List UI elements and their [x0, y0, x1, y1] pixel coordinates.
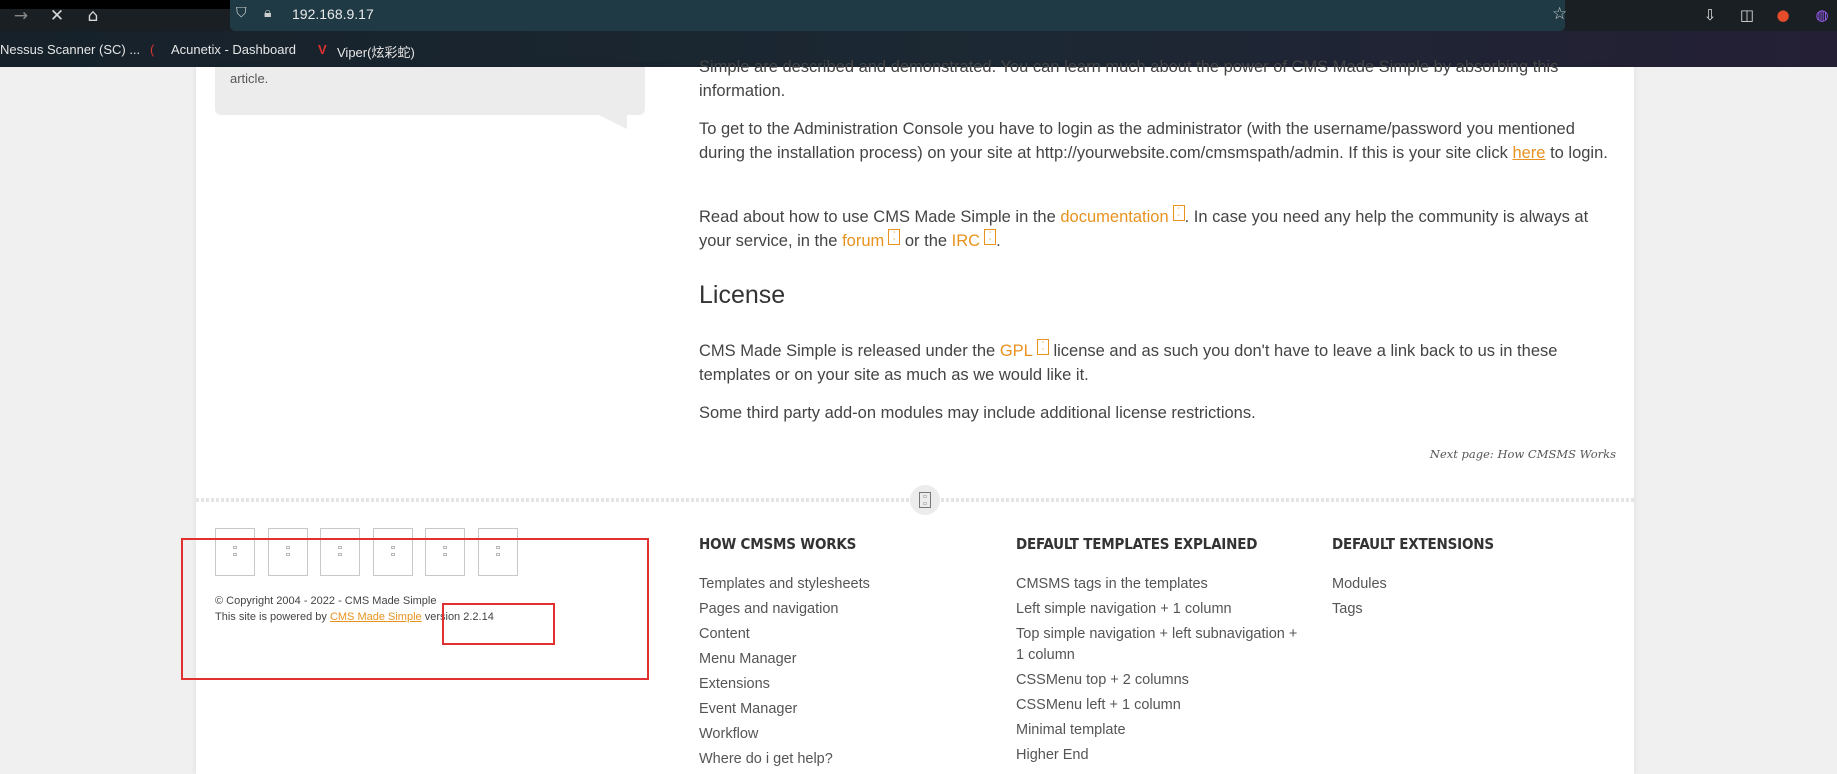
divider-badge: ▫ ▫: [910, 485, 940, 515]
extension-badge-icon[interactable]: ◍: [1812, 6, 1832, 24]
save-to-pocket-icon[interactable]: ⇩: [1700, 6, 1720, 24]
footer-link[interactable]: CSSMenu left + 1 column: [1016, 695, 1306, 716]
footer-link[interactable]: Modules: [1332, 574, 1494, 595]
license-text-a: CMS Made Simple is released under the: [699, 342, 996, 360]
paragraph-intro: Simple are described and demonstrated. Y…: [699, 58, 1559, 100]
home-icon[interactable]: ⌂: [82, 6, 104, 26]
external-link-icon: ▫ ▫: [984, 229, 997, 245]
bookmark-viper[interactable]: Viper(炫彩蛇): [337, 42, 415, 61]
docs-text-a: Read about how to use CMS Made Simple in…: [699, 208, 1056, 226]
acunetix-icon: (: [150, 42, 155, 57]
external-link-icon: ▫ ▫: [1036, 339, 1049, 355]
sidebar-callout: article.: [215, 67, 645, 115]
paragraph-license: CMS Made Simple is released under the GP…: [699, 339, 1614, 387]
footer-link[interactable]: Top simple navigation + left subnavigati…: [1016, 624, 1306, 666]
viper-icon: V: [318, 42, 327, 57]
documentation-link[interactable]: documentation: [1060, 208, 1168, 226]
irc-link[interactable]: IRC: [952, 232, 980, 250]
footer-link[interactable]: Left simple navigation + 1 column: [1016, 599, 1306, 620]
admin-tail: to login.: [1550, 144, 1608, 162]
footer-column-templates: DEFAULT TEMPLATES EXPLAINED CMSMS tags i…: [1016, 535, 1306, 770]
footer-link[interactable]: Event Manager: [699, 699, 870, 720]
sidebar-text: article.: [230, 71, 269, 86]
pocket-icon[interactable]: ◫: [1737, 6, 1757, 24]
bookmark-star-icon[interactable]: ☆: [1552, 4, 1567, 24]
forward-icon[interactable]: →: [10, 6, 32, 26]
footer-link[interactable]: CSSMenu top + 2 columns: [1016, 670, 1306, 691]
footer-heading: DEFAULT TEMPLATES EXPLAINED: [1016, 535, 1258, 553]
annotation-box-version: [442, 603, 555, 645]
footer-link[interactable]: Workflow: [699, 724, 870, 745]
paragraph-addons: Some third party add-on modules may incl…: [699, 404, 1256, 422]
footer-link[interactable]: Templates and stylesheets: [699, 574, 870, 595]
callout-tail: [599, 115, 627, 129]
footer-link[interactable]: Tags: [1332, 599, 1494, 620]
footer-link[interactable]: Higher End: [1016, 745, 1306, 766]
docs-text-d: .: [996, 232, 1001, 250]
bookmark-acunetix[interactable]: Acunetix - Dashboard: [171, 42, 296, 57]
footer-column-how: HOW CMSMS WORKS Templates and stylesheet…: [699, 535, 870, 774]
footer-heading: HOW CMSMS WORKS: [699, 535, 857, 553]
footer-column-extensions: DEFAULT EXTENSIONS Modules Tags: [1332, 535, 1494, 624]
browser-toolbar: → ✕ ⌂ ⛉ 🔒︎ 192.168.9.17 ☆ ⇩ ◫ ● ◍: [0, 0, 1837, 31]
footer-link[interactable]: Where do i get help?: [699, 749, 870, 770]
url-bar[interactable]: ⛉ 🔒︎ 192.168.9.17 ☆: [230, 0, 1567, 31]
footer-link[interactable]: Extensions: [699, 674, 870, 695]
stop-loading-icon[interactable]: ✕: [46, 6, 68, 26]
next-page-link[interactable]: Next page: How CMSMS Works: [1430, 447, 1616, 461]
docs-text-c: or the: [904, 232, 948, 250]
insecure-lock-icon[interactable]: 🔒︎: [264, 5, 271, 21]
extension-icon[interactable]: ●: [1773, 6, 1793, 24]
paragraph-docs: Read about how to use CMS Made Simple in…: [699, 205, 1614, 253]
shield-icon[interactable]: ⛉: [236, 5, 247, 21]
admin-text: To get to the Administration Console you…: [699, 120, 1575, 162]
external-link-icon: ▫ ▫: [888, 229, 901, 245]
footer-link[interactable]: Pages and navigation: [699, 599, 870, 620]
url-text[interactable]: 192.168.9.17: [292, 6, 374, 22]
footer-link[interactable]: CMSMS tags in the templates: [1016, 574, 1306, 595]
paragraph-admin: To get to the Administration Console you…: [699, 117, 1614, 165]
license-heading: License: [699, 281, 786, 309]
footer-heading: DEFAULT EXTENSIONS: [1332, 535, 1494, 553]
here-link[interactable]: here: [1512, 144, 1545, 162]
footer-link[interactable]: Menu Manager: [699, 649, 870, 670]
footer-link[interactable]: Minimal template: [1016, 720, 1306, 741]
external-link-icon: ▫ ▫: [1172, 205, 1185, 221]
annotation-box-footer: [181, 538, 649, 680]
footer-link[interactable]: Content: [699, 624, 870, 645]
forum-link[interactable]: forum: [842, 232, 884, 250]
bookmark-nessus[interactable]: Nessus Scanner (SC) ...: [0, 42, 140, 57]
divider-icon: ▫ ▫: [919, 492, 931, 508]
gpl-link[interactable]: GPL: [1000, 342, 1033, 360]
